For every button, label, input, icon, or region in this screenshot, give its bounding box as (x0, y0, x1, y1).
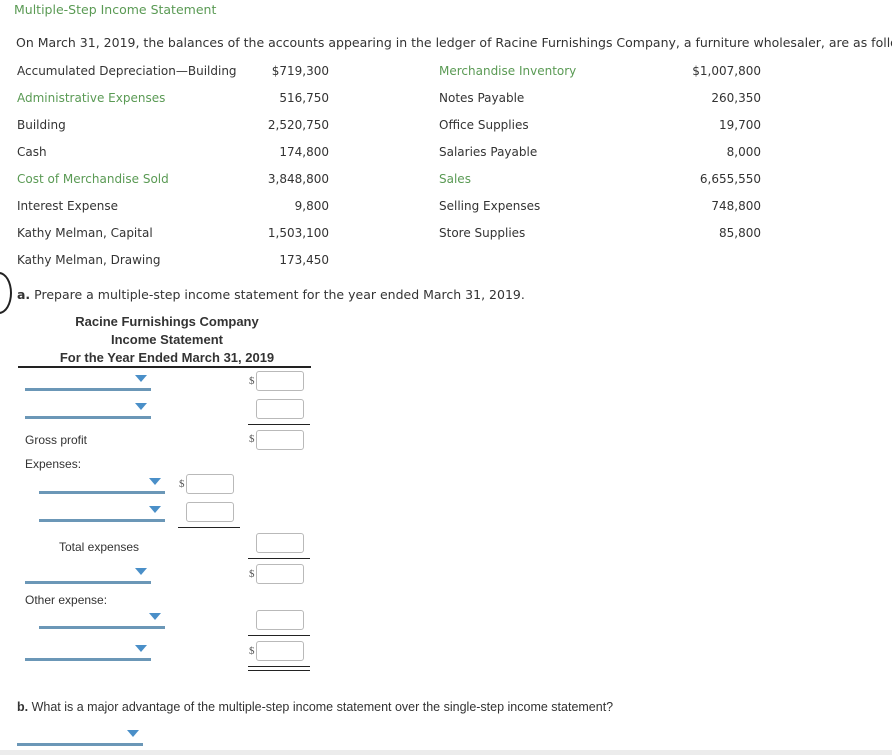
chevron-down-icon (149, 506, 161, 513)
account-name: Building (17, 118, 66, 132)
account-name: Cost of Merchandise Sold (17, 172, 169, 186)
subtotal-rule (248, 558, 310, 559)
account-amount: 19,700 (719, 118, 761, 132)
amount-input-2[interactable] (256, 399, 304, 419)
line-item-dropdown-4[interactable] (25, 642, 151, 661)
dollar-sign: $ (249, 645, 255, 657)
account-amount: $1,007,800 (692, 64, 761, 78)
account-name: Office Supplies (439, 118, 529, 132)
chevron-down-icon (149, 478, 161, 485)
statement-company: Racine Furnishings Company (75, 314, 259, 329)
chevron-down-icon (135, 403, 147, 410)
dollar-sign: $ (179, 478, 185, 490)
double-rule (248, 666, 310, 671)
account-amount: 174,800 (279, 145, 329, 159)
account-amount: 748,800 (711, 199, 761, 213)
total-expenses-label: Total expenses (59, 540, 140, 554)
dollar-sign: $ (249, 568, 255, 580)
chevron-down-icon (135, 645, 147, 652)
gross-profit-input[interactable] (256, 430, 304, 450)
advantage-dropdown[interactable] (17, 727, 143, 746)
statement-title: Income Statement (111, 332, 223, 347)
account-name: Merchandise Inventory (439, 64, 577, 78)
account-name: Interest Expense (17, 199, 118, 213)
subtotal-rule (248, 635, 310, 636)
account-amount: 173,450 (279, 253, 329, 267)
other-expense-input[interactable] (256, 610, 304, 630)
account-amount: 260,350 (711, 91, 761, 105)
account-amount: $719,300 (271, 64, 329, 78)
net-income-input[interactable] (256, 641, 304, 661)
intro-text: On March 31, 2019, the balances of the a… (16, 35, 892, 50)
chevron-down-icon (135, 375, 147, 382)
account-name: Salaries Payable (439, 145, 538, 159)
account-amount: 9,800 (294, 199, 329, 213)
header-rule (18, 366, 311, 368)
total-expenses-input[interactable] (256, 533, 304, 553)
line-item-dropdown-2[interactable] (25, 400, 151, 419)
account-amount: 8,000 (726, 145, 761, 159)
amount-input-1[interactable] (256, 371, 304, 391)
account-name: Selling Expenses (439, 199, 541, 213)
subtotal-rule (248, 424, 310, 425)
chevron-down-icon (149, 613, 161, 620)
dollar-sign: $ (249, 433, 255, 445)
part-b-prompt: b. What is a major advantage of the mult… (17, 700, 613, 714)
line-item-dropdown-3[interactable] (25, 565, 151, 584)
account-amount: 3,848,800 (267, 172, 329, 186)
part-b-letter: b. (17, 700, 29, 714)
part-b-text: What is a major advantage of the multipl… (31, 700, 614, 714)
gross-profit-label: Gross profit (25, 433, 88, 447)
account-amount: 6,655,550 (699, 172, 761, 186)
account-name: Sales (439, 172, 471, 186)
account-name: Cash (17, 145, 47, 159)
account-name: Notes Payable (439, 91, 525, 105)
expense-input-2[interactable] (186, 502, 234, 522)
subtotal-rule (178, 527, 240, 528)
dollar-sign: $ (249, 375, 255, 387)
statement-period: For the Year Ended March 31, 2019 (59, 350, 275, 365)
page-bottom-edge (0, 750, 892, 755)
part-a-text: Prepare a multiple-step income statement… (34, 287, 525, 302)
account-name: Kathy Melman, Capital (17, 226, 153, 240)
part-a-prompt: a. Prepare a multiple-step income statem… (17, 287, 525, 302)
account-name: Accumulated Depreciation—Building (17, 64, 237, 78)
page-title: Multiple-Step Income Statement (14, 2, 217, 17)
account-amount: 516,750 (279, 91, 329, 105)
account-amount: 2,520,750 (267, 118, 329, 132)
part-a-letter: a. (17, 287, 31, 302)
account-name: Store Supplies (439, 226, 526, 240)
account-name: Administrative Expenses (17, 91, 166, 105)
chevron-down-icon (127, 730, 139, 737)
account-amount: 85,800 (719, 226, 761, 240)
line-item-dropdown-1[interactable] (25, 372, 151, 391)
expense-dropdown-1[interactable] (39, 475, 165, 494)
account-name: Kathy Melman, Drawing (17, 253, 161, 267)
account-amount: 1,503,100 (267, 226, 329, 240)
other-expense-label: Other expense: (25, 593, 108, 607)
expenses-label: Expenses: (25, 457, 82, 471)
chevron-down-icon (135, 568, 147, 575)
question-bracket-icon (0, 272, 12, 314)
operations-income-input[interactable] (256, 564, 304, 584)
expense-input-1[interactable] (186, 474, 234, 494)
other-expense-dropdown[interactable] (39, 610, 165, 629)
expense-dropdown-2[interactable] (39, 503, 165, 522)
